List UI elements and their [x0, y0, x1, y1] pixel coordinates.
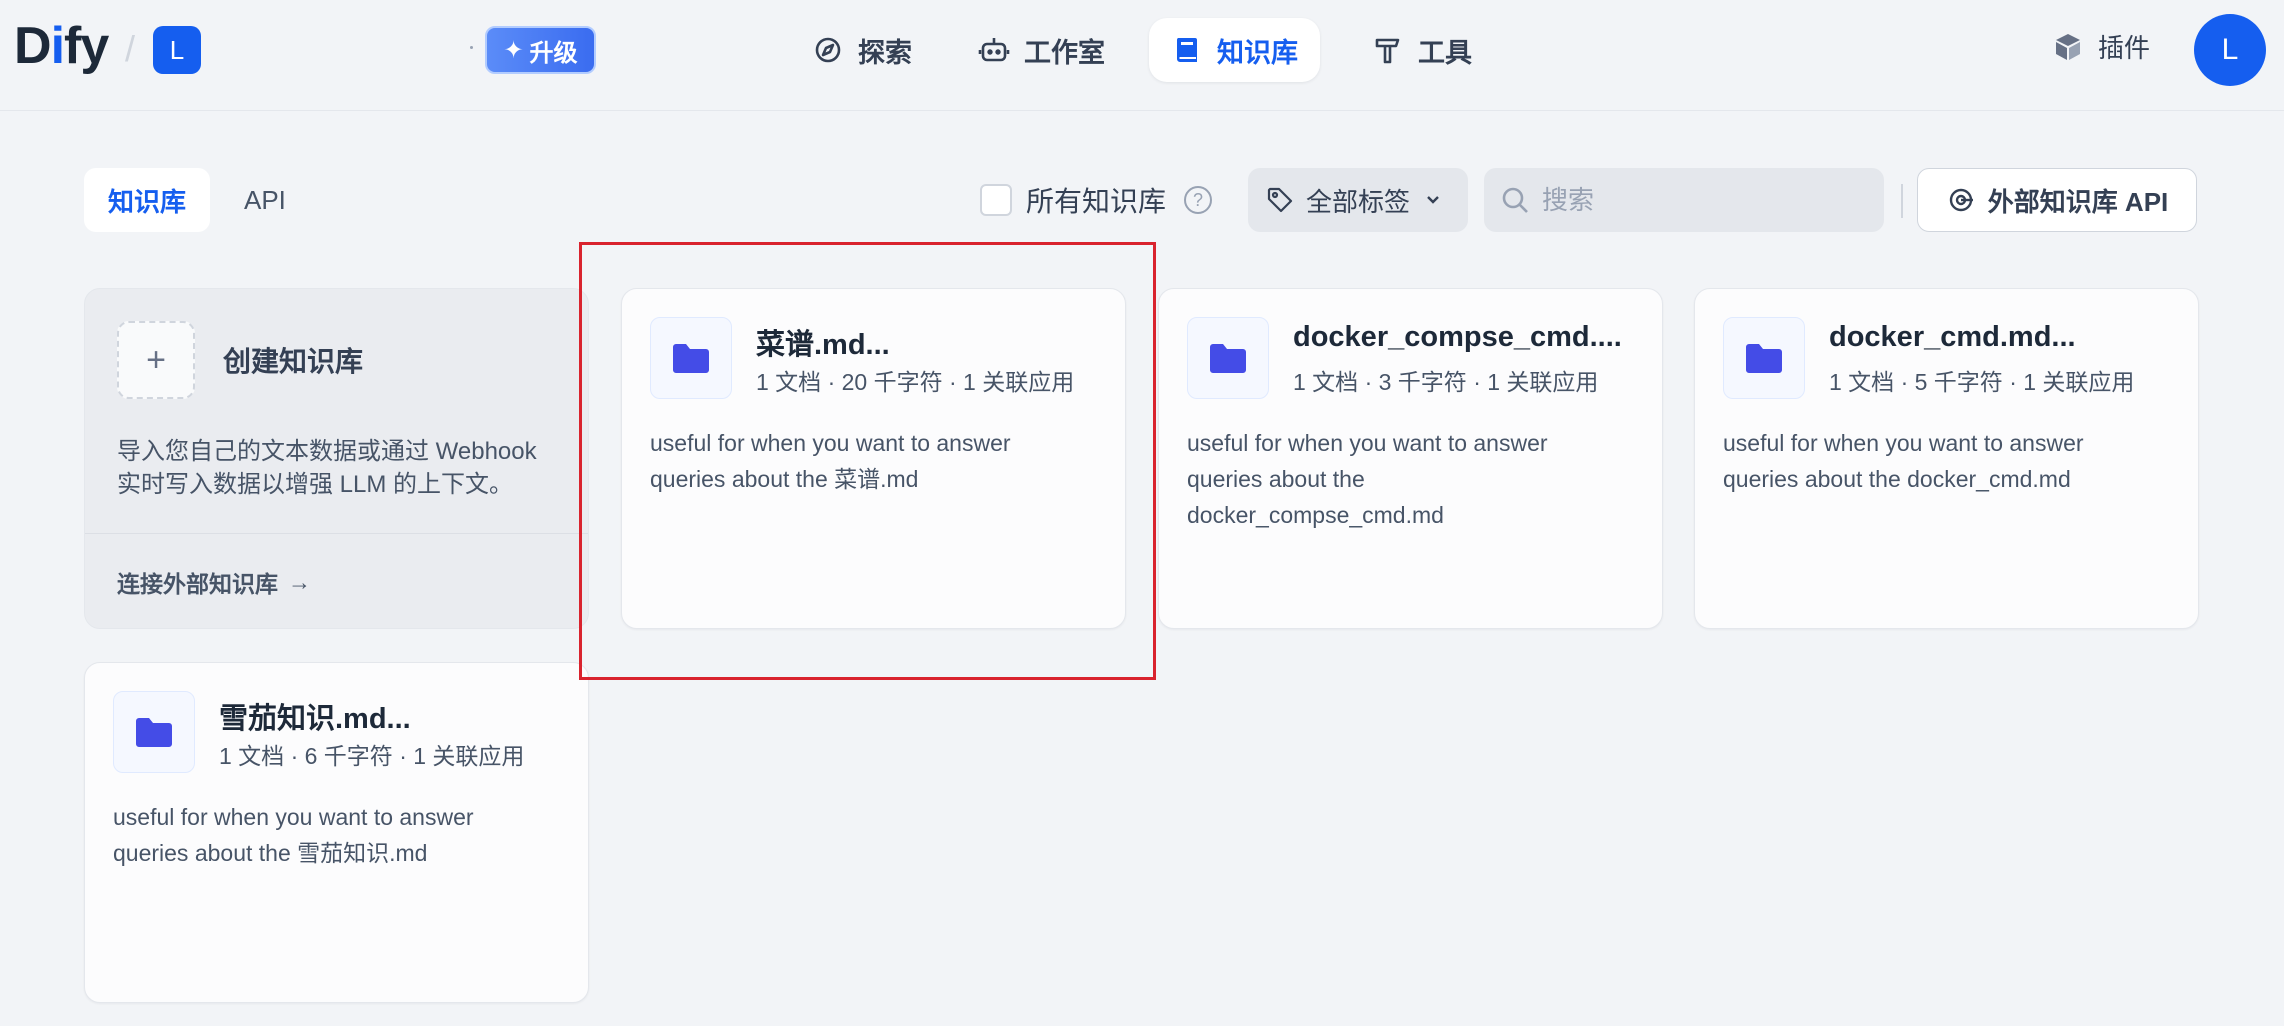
hammer-icon	[1375, 38, 1400, 64]
arrow-right-icon: →	[288, 568, 311, 595]
knowledge-description: useful for when you want to answer queri…	[650, 430, 1011, 492]
user-avatar[interactable]: L	[2194, 14, 2266, 86]
create-knowledge-description: 导入您自己的文本数据或通过 Webhook 实时写入数据以增强 LLM 的上下文…	[117, 438, 537, 498]
upgrade-button[interactable]: ✦ 升级	[485, 26, 596, 74]
all-knowledge-toggle[interactable]: 所有知识库 ?	[980, 180, 1213, 220]
folder-icon	[1187, 317, 1269, 399]
book-icon	[1176, 38, 1197, 62]
chevron-down-icon	[1427, 196, 1439, 204]
knowledge-title: 菜谱.md...	[756, 329, 890, 361]
plugins-button[interactable]: 插件	[2052, 28, 2150, 65]
cube-icon	[2056, 33, 2080, 60]
create-knowledge-header[interactable]: + 创建知识库	[117, 321, 363, 399]
card-divider	[85, 533, 588, 534]
folder-icon	[650, 317, 732, 399]
knowledge-meta: 1 文档 · 6 千字符 · 1 关联应用	[219, 743, 525, 769]
compass-icon	[815, 37, 841, 63]
knowledge-title: docker_cmd.md...	[1829, 321, 2076, 353]
create-knowledge-card[interactable]: + 创建知识库 导入您自己的文本数据或通过 Webhook 实时写入数据以增强 …	[84, 288, 589, 629]
dify-logo[interactable]: Dify	[14, 14, 109, 78]
knowledge-description: useful for when you want to answer queri…	[113, 804, 474, 866]
knowledge-title: 雪茄知识.md...	[219, 703, 411, 735]
search-icon	[1502, 187, 1528, 213]
breadcrumb-separator: /	[125, 28, 136, 69]
knowledge-card[interactable]: docker_compse_cmd.... 1 文档 · 3 千字符 · 1 关…	[1158, 288, 1663, 629]
external-knowledge-api-button[interactable]: 外部知识库 API	[1917, 168, 2197, 232]
knowledge-card[interactable]: 菜谱.md... 1 文档 · 20 千字符 · 1 关联应用 useful f…	[621, 288, 1126, 629]
tab-knowledge[interactable]: 知识库	[84, 168, 211, 232]
tab-api[interactable]: API	[220, 168, 310, 232]
knowledge-meta: 1 文档 · 5 千字符 · 1 关联应用	[1829, 369, 2135, 395]
folder-icon	[1723, 317, 1805, 399]
help-icon[interactable]: ?	[1184, 186, 1213, 214]
knowledge-description: useful for when you want to answer queri…	[1723, 430, 2084, 492]
connect-external-knowledge-link[interactable]: 连接外部知识库 →	[117, 565, 311, 599]
separator-dot	[470, 46, 473, 49]
create-knowledge-title: 创建知识库	[223, 346, 364, 377]
top-navigation-bar: Dify / L ✦ 升级 探索 工作室 知识库 工具 插件 L	[0, 0, 2284, 111]
search-input[interactable]	[1542, 184, 1862, 216]
toolbar-divider	[1901, 184, 1903, 218]
knowledge-meta: 1 文档 · 3 千字符 · 1 关联应用	[1293, 369, 1599, 395]
robot-icon	[978, 38, 1010, 62]
knowledge-meta: 1 文档 · 20 千字符 · 1 关联应用	[756, 369, 1075, 395]
knowledge-description: useful for when you want to answer queri…	[1187, 430, 1548, 528]
workspace-switcher[interactable]: L	[153, 26, 201, 74]
all-knowledge-checkbox[interactable]	[980, 184, 1012, 216]
plus-icon[interactable]: +	[117, 321, 195, 399]
folder-icon	[113, 691, 195, 773]
api-icon	[1949, 188, 1973, 212]
tag-filter-dropdown[interactable]: 全部标签	[1248, 168, 1468, 232]
knowledge-card[interactable]: 雪茄知识.md... 1 文档 · 6 千字符 · 1 关联应用 useful …	[84, 662, 589, 1003]
knowledge-title: docker_compse_cmd....	[1293, 321, 1622, 353]
search-box[interactable]	[1484, 168, 1884, 232]
tag-icon	[1267, 187, 1293, 213]
sparkle-icon: ✦	[503, 36, 524, 64]
nav-explore[interactable]: 探索	[790, 18, 934, 82]
nav-studio[interactable]: 工作室	[956, 18, 1127, 82]
nav-tools[interactable]: 工具	[1350, 18, 1494, 82]
nav-knowledge[interactable]: 知识库	[1149, 18, 1320, 82]
knowledge-card[interactable]: docker_cmd.md... 1 文档 · 5 千字符 · 1 关联应用 u…	[1694, 288, 2199, 629]
